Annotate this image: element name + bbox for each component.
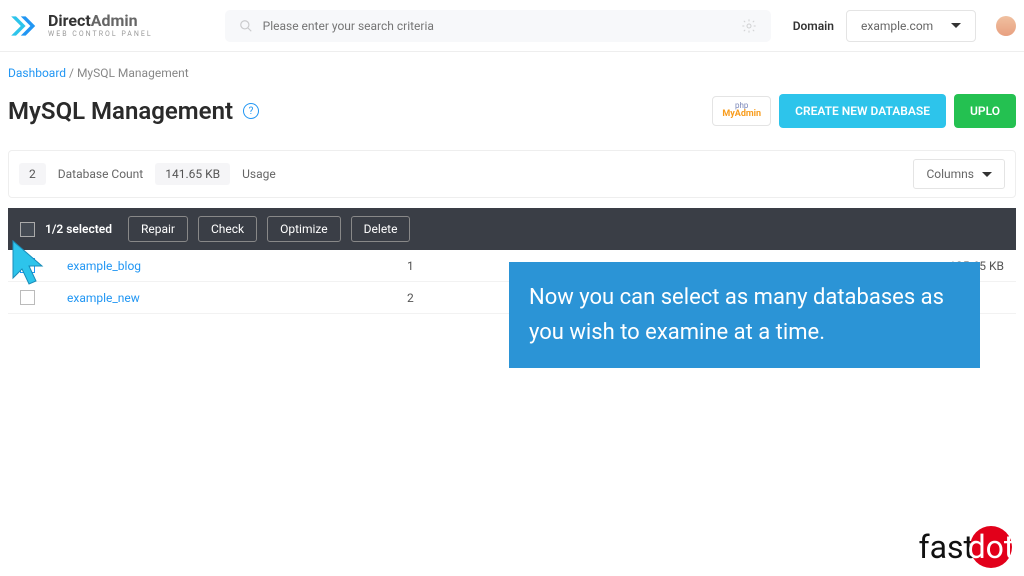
search-icon: [239, 19, 253, 33]
breadcrumb-root[interactable]: Dashboard: [8, 66, 66, 80]
brand-logo[interactable]: DirectAdmin WEB CONTROL PANEL: [8, 10, 153, 42]
page-header: MySQL Management ? php MyAdmin CREATE NE…: [0, 86, 1024, 146]
row-checkbox[interactable]: [20, 290, 35, 305]
help-icon[interactable]: ?: [243, 103, 259, 119]
usage-badge: 141.65 KB: [155, 163, 230, 185]
chevron-down-icon: [982, 172, 992, 177]
fastdot-dot: dot: [970, 526, 1012, 568]
table-toolbar: 1/2 selected Repair Check Optimize Delet…: [8, 208, 1016, 250]
fastdot-watermark: fast dot: [918, 526, 1012, 568]
phpmyadmin-myadmin: MyAdmin: [722, 109, 761, 119]
avatar[interactable]: [996, 16, 1016, 36]
db-count-badge: 2: [19, 163, 46, 185]
optimize-button[interactable]: Optimize: [267, 216, 341, 242]
db-count-label: Database Count: [58, 167, 143, 181]
domain-value: example.com: [861, 19, 933, 33]
fastdot-fast: fast: [918, 528, 974, 566]
breadcrumb-sep: /: [66, 66, 77, 80]
db-name-link[interactable]: example_blog: [67, 259, 407, 273]
brand-admin: Admin: [91, 11, 138, 30]
delete-button[interactable]: Delete: [351, 216, 411, 242]
columns-label: Columns: [926, 167, 974, 181]
cursor-arrow-icon: [9, 238, 51, 288]
select-all-checkbox[interactable]: [20, 222, 35, 237]
create-database-button[interactable]: CREATE NEW DATABASE: [779, 94, 946, 128]
chevron-down-icon: [951, 23, 961, 28]
upload-button[interactable]: UPLO: [954, 94, 1016, 128]
db-name-link[interactable]: example_new: [67, 291, 407, 305]
domain-label: Domain: [793, 19, 834, 33]
tutorial-tooltip: Now you can select as many databases as …: [509, 262, 980, 368]
columns-button[interactable]: Columns: [913, 159, 1005, 189]
repair-button[interactable]: Repair: [128, 216, 188, 242]
search-input[interactable]: [263, 19, 731, 33]
logo-icon: [8, 10, 40, 42]
page-title: MySQL Management: [8, 97, 233, 125]
selected-count: 1/2 selected: [45, 222, 112, 236]
usage-label: Usage: [242, 167, 276, 181]
brand-direct: Direct: [48, 11, 91, 30]
phpmyadmin-button[interactable]: php MyAdmin: [712, 96, 771, 127]
check-button[interactable]: Check: [198, 216, 257, 242]
breadcrumb: Dashboard / MySQL Management: [0, 52, 1024, 86]
domain-select[interactable]: example.com: [846, 10, 976, 42]
brand-sub: WEB CONTROL PANEL: [48, 31, 153, 38]
breadcrumb-current: MySQL Management: [77, 66, 189, 80]
search-box[interactable]: [225, 10, 771, 42]
gear-icon[interactable]: [741, 18, 757, 34]
logo-text: DirectAdmin WEB CONTROL PANEL: [48, 13, 153, 38]
topbar: DirectAdmin WEB CONTROL PANEL Domain exa…: [0, 0, 1024, 52]
stats-panel: 2 Database Count 141.65 KB Usage Columns: [8, 150, 1016, 198]
